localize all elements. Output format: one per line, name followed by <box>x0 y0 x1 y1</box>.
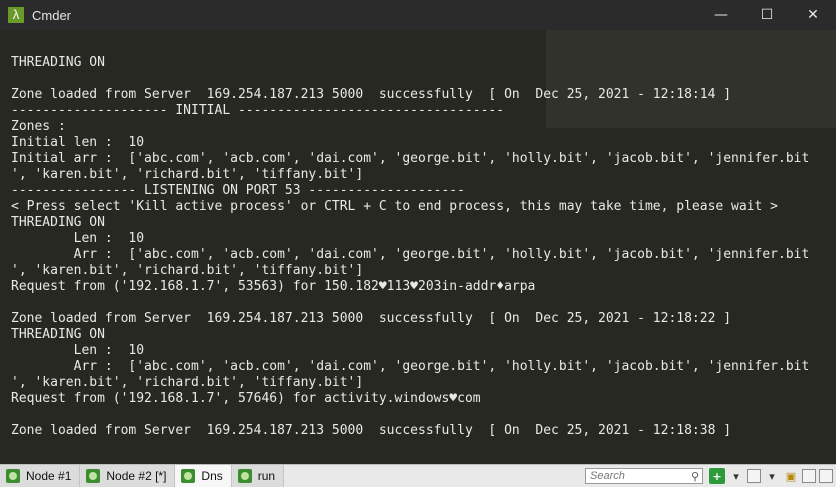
cmder-lambda-icon: λ <box>8 7 24 23</box>
console-tab-icon <box>237 469 252 483</box>
tab-bar: Node #1 Node #2 [*] Dns run Search ⚲ + ▾… <box>0 464 836 487</box>
plus-icon[interactable]: + <box>709 468 725 484</box>
restore-pane-icon[interactable] <box>802 469 816 483</box>
console-line: ---------------- LISTENING ON PORT 53 --… <box>11 183 465 198</box>
tab-label: Node #2 [*] <box>106 469 167 483</box>
maximize-button[interactable]: ☐ <box>744 0 790 30</box>
console-line: Len : 10 <box>11 343 145 358</box>
tab-run[interactable]: run <box>231 465 285 487</box>
console-line: Arr : ['abc.com', 'acb.com', 'dai.com', … <box>11 359 810 374</box>
tab-bar-spacer <box>284 465 585 487</box>
console-line: ', 'karen.bit', 'richard.bit', 'tiffany.… <box>11 375 364 390</box>
console-line: Zone loaded from Server 169.254.187.213 … <box>11 87 732 102</box>
console-line: Request from ('192.168.1.7', 53563) for … <box>11 279 536 294</box>
console-line: ', 'karen.bit', 'richard.bit', 'tiffany.… <box>11 263 364 278</box>
console-line: THREADING ON <box>11 327 105 342</box>
console-line: Zones : <box>11 119 66 134</box>
console-line: THREADING ON <box>11 55 105 70</box>
window-title: Cmder <box>32 7 72 23</box>
console-output: THREADING ON Zone loaded from Server 169… <box>11 55 809 439</box>
console-line: Zone loaded from Server 169.254.187.213 … <box>11 423 732 438</box>
console-line: Arr : ['abc.com', 'acb.com', 'dai.com', … <box>11 247 810 262</box>
title-bar: λ Cmder — ☐ ✕ <box>0 0 836 30</box>
console-line: -------------------- INITIAL -----------… <box>11 103 505 118</box>
console-line: THREADING ON <box>11 215 105 230</box>
tab-node-2[interactable]: Node #2 [*] <box>80 465 176 487</box>
close-button[interactable]: ✕ <box>790 0 836 30</box>
tab-dns[interactable]: Dns <box>175 465 232 487</box>
console-tab-icon <box>86 469 101 483</box>
lock-icon[interactable]: ▣ <box>783 468 799 484</box>
minimize-button[interactable]: — <box>698 0 744 30</box>
search-placeholder: Search <box>590 470 625 482</box>
switch-pane-icon[interactable] <box>747 469 761 483</box>
console-line: < Press select 'Kill active process' or … <box>11 199 779 214</box>
window-list-icon[interactable] <box>819 469 833 483</box>
console-line: Len : 10 <box>11 231 145 246</box>
console-line: Zone loaded from Server 169.254.187.213 … <box>11 311 732 326</box>
tab-node-1[interactable]: Node #1 <box>0 465 81 487</box>
console-line: ', 'karen.bit', 'richard.bit', 'tiffany.… <box>11 167 364 182</box>
console-tab-icon <box>181 469 196 483</box>
console-tab-icon <box>6 469 20 483</box>
search-input[interactable]: Search ⚲ <box>585 468 703 484</box>
dropdown-arrow-icon[interactable]: ▾ <box>728 468 744 484</box>
tab-label: run <box>257 469 276 483</box>
tab-label: Node #1 <box>26 469 72 483</box>
console-area[interactable]: THREADING ON Zone loaded from Server 169… <box>0 30 836 464</box>
console-line: Initial len : 10 <box>11 135 145 150</box>
tab-label: Dns <box>201 469 223 483</box>
magnifier-icon[interactable]: ⚲ <box>691 470 699 483</box>
console-line: Initial arr : ['abc.com', 'acb.com', 'da… <box>11 151 810 166</box>
dropdown-arrow-icon[interactable]: ▾ <box>764 468 780 484</box>
console-line: Request from ('192.168.1.7', 57646) for … <box>11 391 481 406</box>
